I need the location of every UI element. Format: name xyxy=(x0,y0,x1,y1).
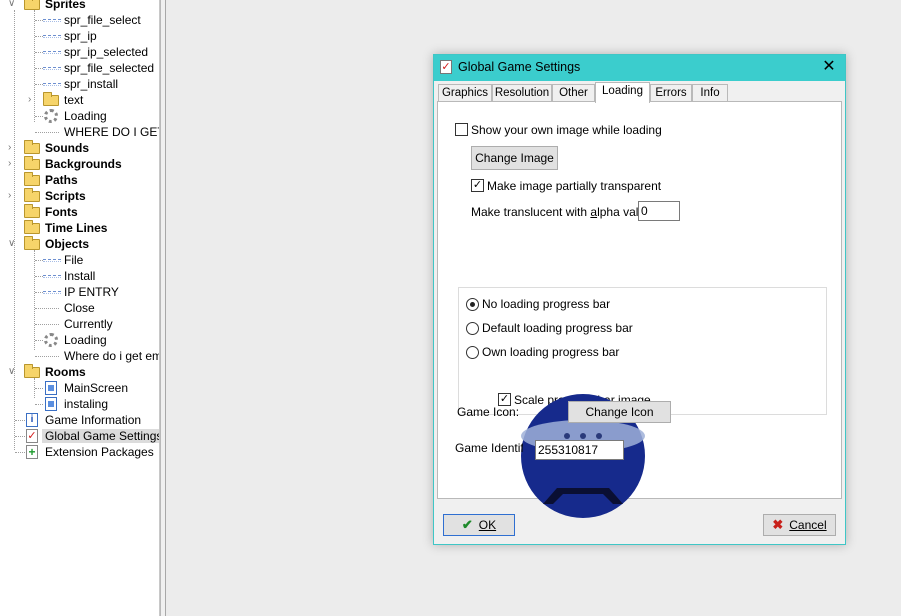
object-icon xyxy=(43,275,61,278)
tree-item-time-lines[interactable]: Time Lines xyxy=(0,220,159,236)
folder-icon xyxy=(24,204,40,218)
loading-tab-page: Show your own image while loading Change… xyxy=(437,101,842,518)
tab-resolution[interactable]: Resolution xyxy=(492,84,552,102)
sprite-icon xyxy=(43,51,61,54)
info-icon: i xyxy=(26,413,38,427)
folder-icon xyxy=(24,172,40,186)
folder-icon xyxy=(43,92,59,106)
cancel-button[interactable]: ✖ Cancel xyxy=(763,514,836,536)
tab-other[interactable]: Other xyxy=(552,84,595,102)
tree-item-loading-sprite[interactable]: Loading xyxy=(0,108,159,124)
sprite-icon xyxy=(43,67,61,70)
chevron-down-icon[interactable]: ∨ xyxy=(8,366,18,378)
game-icon-label: Game Icon: xyxy=(457,405,520,419)
tree-item-fonts[interactable]: Fonts xyxy=(0,204,159,220)
tree-item-object-ip-entry[interactable]: IP ENTRY xyxy=(0,284,159,300)
game-identifier-label: Game Identifier: xyxy=(455,441,523,455)
tree-item-object-file[interactable]: File xyxy=(0,252,159,268)
chevron-right-icon[interactable]: › xyxy=(8,142,18,154)
show-own-image-label: Show your own image while loading xyxy=(471,123,662,137)
tree-item-paths[interactable]: Paths xyxy=(0,172,159,188)
loading-spinner-icon xyxy=(44,109,58,123)
folder-icon xyxy=(24,188,40,202)
tab-loading[interactable]: Loading xyxy=(595,82,650,103)
tree-item-game-information[interactable]: i Game Information xyxy=(0,412,159,428)
tree-item-global-game-settings[interactable]: ✓ Global Game Settings xyxy=(0,428,159,444)
tree-item-object-loading[interactable]: Loading xyxy=(0,332,159,348)
chevron-down-icon[interactable]: ∨ xyxy=(8,0,18,10)
tree-item-rooms[interactable]: ∨ Rooms xyxy=(0,364,159,380)
dialog-title: Global Game Settings xyxy=(458,60,581,74)
tree-item-backgrounds[interactable]: › Backgrounds xyxy=(0,156,159,172)
tree-item-object-where-do-i-get-em[interactable]: Where do i get em? xyxy=(0,348,159,364)
tree-item-room-instaling[interactable]: instaling xyxy=(0,396,159,412)
default-progress-bar-radio[interactable] xyxy=(466,322,479,335)
tree-item-object-close[interactable]: Close xyxy=(0,300,159,316)
resource-tree[interactable]: ∨ Sprites spr_file_select spr_ip spr_ip_… xyxy=(0,0,160,616)
change-image-button[interactable]: Change Image xyxy=(471,146,558,170)
folder-icon xyxy=(24,140,40,154)
extension-plus-icon: + xyxy=(26,445,38,459)
chevron-right-icon[interactable]: › xyxy=(28,94,38,106)
close-icon: ✖ xyxy=(772,517,784,532)
own-progress-bar-label: Own loading progress bar xyxy=(482,345,620,359)
change-icon-button[interactable]: Change Icon xyxy=(568,401,671,423)
default-progress-bar-label: Default loading progress bar xyxy=(482,321,633,335)
room-icon xyxy=(45,397,57,411)
chevron-down-icon[interactable]: ∨ xyxy=(8,238,18,250)
tree-item-spr-file-select[interactable]: spr_file_select xyxy=(0,12,159,28)
tree-item-spr-ip[interactable]: spr_ip xyxy=(0,28,159,44)
chevron-right-icon[interactable]: › xyxy=(8,190,18,202)
object-icon xyxy=(43,259,61,262)
sprite-icon xyxy=(43,35,61,38)
alpha-value-label: Make translucent with alpha value: xyxy=(471,205,656,219)
tree-item-sprites[interactable]: ∨ Sprites xyxy=(0,0,159,12)
settings-check-icon: ✓ xyxy=(440,60,452,74)
object-icon xyxy=(43,291,61,294)
no-progress-bar-label: No loading progress bar xyxy=(482,297,611,311)
ok-button[interactable]: ✔ OK xyxy=(443,514,515,536)
tree-item-spr-install[interactable]: spr_install xyxy=(0,76,159,92)
tab-strip: Graphics Resolution Other Loading Errors… xyxy=(438,82,843,103)
tree-item-extension-packages[interactable]: + Extension Packages xyxy=(0,444,159,460)
global-game-settings-dialog: ✓ Global Game Settings ✕ Graphics Resolu… xyxy=(433,54,846,545)
folder-icon xyxy=(24,364,40,378)
alpha-value-input[interactable]: 0 xyxy=(638,201,680,221)
partially-transparent-label: Make image partially transparent xyxy=(487,179,662,193)
folder-icon xyxy=(24,236,40,250)
own-progress-bar-radio[interactable] xyxy=(466,346,479,359)
partially-transparent-checkbox[interactable]: ✓ xyxy=(471,179,484,192)
dialog-titlebar[interactable]: ✓ Global Game Settings ✕ xyxy=(434,55,845,81)
folder-icon xyxy=(24,156,40,170)
tree-item-object-currently[interactable]: Currently xyxy=(0,316,159,332)
tree-item-spr-ip-selected[interactable]: spr_ip_selected xyxy=(0,44,159,60)
tree-item-spr-file-selected[interactable]: spr_file_selected xyxy=(0,60,159,76)
tree-item-scripts[interactable]: › Scripts xyxy=(0,188,159,204)
close-icon[interactable]: ✕ xyxy=(821,58,837,76)
sprite-icon xyxy=(43,83,61,86)
tree-item-object-install[interactable]: Install xyxy=(0,268,159,284)
tab-info[interactable]: Info xyxy=(692,84,728,102)
tree-item-sounds[interactable]: › Sounds xyxy=(0,140,159,156)
sprite-icon xyxy=(43,19,61,22)
show-own-image-checkbox[interactable] xyxy=(455,123,468,136)
folder-icon xyxy=(24,0,40,10)
settings-check-icon: ✓ xyxy=(26,429,38,443)
no-progress-bar-radio[interactable] xyxy=(466,298,479,311)
chevron-right-icon[interactable]: › xyxy=(8,158,18,170)
tree-item-room-mainscreen[interactable]: MainScreen xyxy=(0,380,159,396)
tree-item-text-folder[interactable]: › text xyxy=(0,92,159,108)
tab-errors[interactable]: Errors xyxy=(650,84,692,102)
panel-splitter[interactable] xyxy=(160,0,166,616)
folder-icon xyxy=(24,220,40,234)
game-identifier-input[interactable]: 255310817 xyxy=(535,440,624,460)
tab-graphics[interactable]: Graphics xyxy=(438,84,492,102)
room-icon xyxy=(45,381,57,395)
tree-item-where-do-i-get[interactable]: WHERE DO I GET xyxy=(0,124,159,140)
loading-spinner-icon xyxy=(44,333,58,347)
check-icon: ✔ xyxy=(461,517,473,532)
tree-item-objects[interactable]: ∨ Objects xyxy=(0,236,159,252)
